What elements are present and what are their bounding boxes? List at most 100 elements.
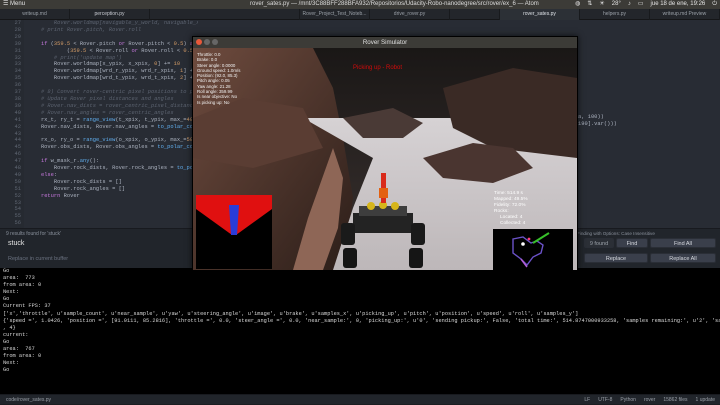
terminal-line: Next: xyxy=(3,360,19,367)
simulator-title: Rover Simulator xyxy=(362,39,408,46)
terminal-line: Current FPS: 37 xyxy=(3,303,51,310)
replace-button[interactable]: Replace xyxy=(584,253,648,263)
terminal-line: from area: 0 xyxy=(3,353,42,360)
line-number: 47 xyxy=(14,158,21,165)
rover-simulator-window[interactable]: Rover Simulator Throttle: 0.0 Brake: 0.0… xyxy=(192,36,578,270)
system-tray: ◍ ⇅ ☀ 28° ♪ ▭ jue 18 de ene, 19:26 ⏻ xyxy=(575,0,717,9)
line-number: 45 xyxy=(14,144,21,151)
network-icon[interactable]: ⇅ xyxy=(587,0,592,9)
telemetry-overlay: Throttle: 0.0 Brake: 0.0 Steer angle: 0.… xyxy=(197,52,240,105)
line-number: 46 xyxy=(14,151,21,158)
sound-icon[interactable]: ♪ xyxy=(628,0,631,9)
terminal-line: area: 767 xyxy=(3,346,35,353)
line-number: 50 xyxy=(14,178,21,185)
terminal-line: , 4} xyxy=(3,324,16,331)
battery-icon[interactable]: ▭ xyxy=(638,0,644,9)
line-number: 48 xyxy=(14,165,21,172)
find-all-button[interactable]: Find All xyxy=(650,238,716,248)
line-number: 54 xyxy=(14,206,21,213)
line-number: 40 xyxy=(14,109,21,116)
find-input[interactable]: stuck xyxy=(8,240,24,247)
replace-input[interactable]: Replace in current buffer xyxy=(8,256,68,262)
tab-helpers-py[interactable]: helpers.py xyxy=(580,9,650,20)
line-number: 56 xyxy=(14,220,21,227)
weather-icon[interactable]: ☀ xyxy=(599,0,604,9)
menu-icon: ☰ xyxy=(3,1,11,7)
line-number: 42 xyxy=(14,123,21,130)
replace-all-button[interactable]: Replace All xyxy=(650,253,716,263)
menu-label: Menu xyxy=(10,1,26,7)
terminal-line: ['x','throttle', u'sample_count', u'near… xyxy=(3,310,579,317)
tab-writeup-preview[interactable]: writeup.md Preview xyxy=(650,9,720,20)
vision-render xyxy=(196,195,272,269)
terminal-output[interactable]: Go area: 773 from area: 0 Next: Go Current FP… xyxy=(0,268,720,394)
line-number: 51 xyxy=(14,185,21,192)
minimap-render xyxy=(512,232,550,268)
system-menu-button[interactable]: ☰ Menu xyxy=(3,0,25,9)
line-number: 53 xyxy=(14,199,21,206)
window-controls xyxy=(196,39,218,45)
line-number: 38 xyxy=(14,95,21,102)
line-number: 29 xyxy=(14,33,21,40)
telemetry-picking-up: Is picking up: No xyxy=(197,99,230,105)
line-number: 36 xyxy=(14,82,21,89)
find-results-text: 9 results found for 'stuck' xyxy=(6,231,61,237)
tab-rover-project-test[interactable]: Rover_Project_Test_Noteb... xyxy=(300,9,370,20)
line-number: 35 xyxy=(14,75,21,82)
picking-up-banner: Picking up - Robot xyxy=(353,65,403,71)
line-number: 32 xyxy=(14,54,21,61)
terminal-line: Go xyxy=(3,338,10,345)
editor-tab-bar: writeup.md perception.py Rover_Project_T… xyxy=(0,9,720,20)
code-text[interactable]: Rover.worldmap[navigable_y_world, naviga… xyxy=(28,20,198,200)
minimize-icon[interactable] xyxy=(204,39,210,45)
code-line: a, 100)) xyxy=(578,114,604,120)
line-number: 39 xyxy=(14,102,21,109)
find-button[interactable]: Find xyxy=(616,238,648,248)
line-number: 43 xyxy=(14,130,21,137)
tab-rover-sates-py[interactable]: rover_sates.py xyxy=(500,9,580,20)
line-number: 33 xyxy=(14,61,21,68)
terminal-line: Next: xyxy=(3,289,19,296)
found-count-badge: 9 found xyxy=(584,238,614,248)
terminal-line: {'speed =', 1.0426, 'position =', [91.01… xyxy=(3,317,720,324)
tab-drive-rover-py[interactable]: drive_rover.py xyxy=(370,9,450,20)
stats-overlay: Time: 514.9 s Mapped: 49.5% Fidelity: 72… xyxy=(494,191,528,227)
clock[interactable]: jue 18 de ene, 19:26 xyxy=(651,0,706,9)
find-options-text: Finding with Options: Case Insensitive xyxy=(577,231,655,236)
line-number: 31 xyxy=(14,47,21,54)
line-number: 55 xyxy=(14,213,21,220)
close-icon[interactable] xyxy=(196,39,202,45)
tab-perception-py[interactable]: perception.py xyxy=(70,9,150,20)
line-number: 37 xyxy=(14,89,21,96)
line-number: 44 xyxy=(14,137,21,144)
tab-spacer xyxy=(150,9,300,20)
power-icon[interactable]: ⏻ xyxy=(712,0,717,9)
line-number: 41 xyxy=(14,116,21,123)
terminal-line: Go xyxy=(3,367,10,374)
code-line: 190].var())) xyxy=(578,120,617,127)
terminal-line: current: xyxy=(3,331,29,338)
status-bar: code/rover_sates.py LF UTF-8 Python rove… xyxy=(0,394,720,404)
terminal-line: from area: 0 xyxy=(3,282,42,289)
line-number: 52 xyxy=(14,192,21,199)
terminal-line: Go xyxy=(3,296,10,303)
system-top-bar: ☰ Menu rover_sates.py — /mnt/3C88BFF288B… xyxy=(0,0,720,9)
line-number: 28 xyxy=(14,26,21,33)
tab-spacer-2 xyxy=(450,9,500,20)
line-number: 34 xyxy=(14,68,21,75)
maximize-icon[interactable] xyxy=(212,39,218,45)
line-number: 30 xyxy=(14,40,21,47)
tab-writeup-md[interactable]: writeup.md xyxy=(0,9,70,20)
world-minimap xyxy=(493,229,573,270)
simulator-viewport[interactable]: Throttle: 0.0 Brake: 0.0 Steer angle: 0.… xyxy=(193,48,577,270)
code-text-right: a, 100)) 190].var())) xyxy=(578,114,617,128)
simulator-title-bar[interactable]: Rover Simulator xyxy=(193,37,577,48)
line-number: 49 xyxy=(14,171,21,178)
line-number-gutter: 27 28 29 30 31 32 33 34 35 36 37 38 39 40 41 42 43 44 45 46… xyxy=(0,20,24,228)
vision-inset xyxy=(196,195,272,269)
window-title: rover_sates.py — /mnt/3C88BFF288BFA932/R… xyxy=(250,1,539,7)
firefox-icon[interactable]: ◍ xyxy=(575,0,580,9)
telemetry-near-objective: Is near objective: No xyxy=(197,94,238,100)
line-number: 27 xyxy=(14,20,21,26)
temperature[interactable]: 28° xyxy=(612,0,621,9)
